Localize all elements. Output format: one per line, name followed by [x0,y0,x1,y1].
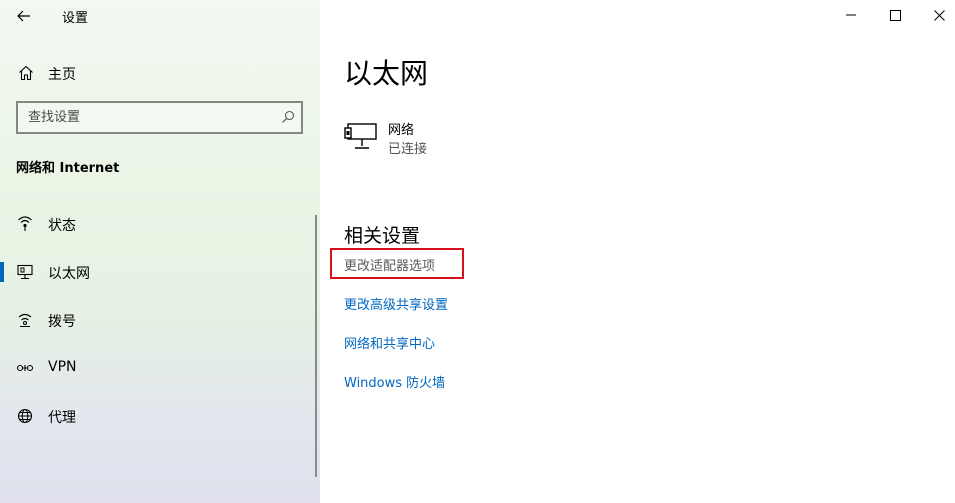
search-box[interactable] [16,101,303,134]
sidebar-item-home[interactable]: 主页 [0,58,315,88]
sidebar-item-label: 以太网 [48,266,90,282]
search-input[interactable] [18,103,268,132]
search-icon[interactable] [281,110,295,124]
active-indicator [0,262,4,282]
close-button[interactable] [916,0,955,30]
back-button[interactable] [8,2,40,30]
back-arrow-icon [17,10,30,22]
sidebar-item-proxy[interactable]: 代理 [0,398,315,434]
windows-firewall-link[interactable]: Windows 防火墙 [344,372,445,391]
ethernet-icon [17,264,33,280]
sidebar-item-label: 拨号 [48,314,76,330]
network-sharing-center-link[interactable]: 网络和共享中心 [344,333,435,352]
sidebar-item-ethernet[interactable]: 以太网 [0,254,315,290]
app-title: 设置 [62,11,89,26]
sidebar-item-label: 主页 [48,67,76,83]
ethernet-network-icon [344,123,377,149]
maximize-icon [889,9,901,21]
sidebar-item-dialup[interactable]: 拨号 [0,302,315,338]
sidebar-item-label: 代理 [48,410,76,426]
sidebar-item-status[interactable]: 状态 [0,206,315,242]
sidebar-item-label: VPN [48,359,77,375]
highlight-box [330,248,464,279]
sidebar: 设置 主页 网络和 Internet 状态 以太网 [0,0,320,503]
close-icon [933,9,945,21]
network-name: 网络 [388,123,415,138]
network-status: 已连接 [388,142,428,157]
proxy-globe-icon [17,408,33,424]
vpn-icon [16,364,34,372]
sidebar-item-vpn[interactable]: VPN [0,350,315,386]
page-title: 以太网 [344,57,429,90]
section-title: 网络和 Internet [16,161,120,176]
sidebar-item-label: 状态 [48,218,76,234]
minimize-button[interactable] [828,0,874,30]
status-icon [18,216,32,231]
maximize-button[interactable] [872,0,918,30]
home-icon [19,65,33,81]
advanced-sharing-settings-link[interactable]: 更改高级共享设置 [344,294,448,313]
minimize-icon [846,14,856,16]
dialup-icon [18,313,32,327]
related-settings-title: 相关设置 [344,225,421,247]
network-item[interactable]: 网络 已连接 [344,119,644,159]
sidebar-scrollbar[interactable] [315,215,317,477]
